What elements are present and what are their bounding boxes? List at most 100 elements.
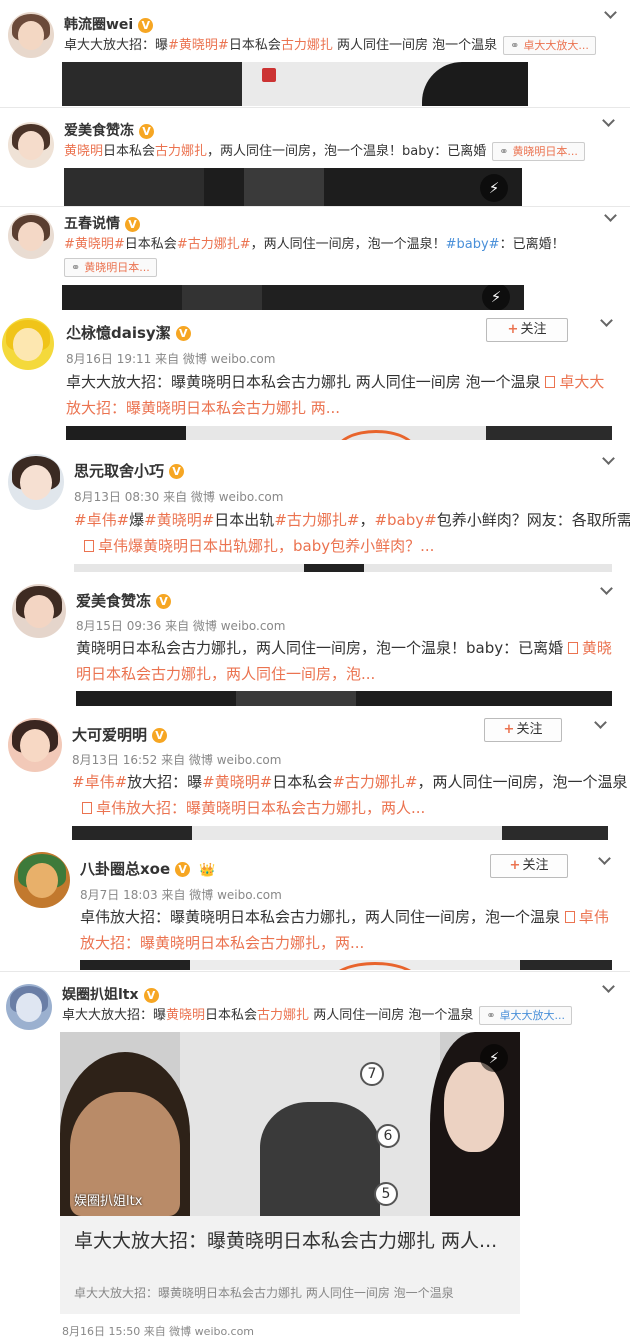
username[interactable]: 思元取舍小巧 V [74,460,185,481]
avatar[interactable] [8,454,64,510]
mention-link[interactable]: 古力娜扎 [155,144,207,159]
link-icon: ⚭ [71,261,81,274]
weibo-post: 思元取舍小巧 V 8月13日 08:30 来自 微博 weibo.com #卓伟#… [0,440,630,572]
post-image[interactable] [74,564,612,572]
weibo-post: 八卦圈总xoe V 👑 + 关注 8月7日 18:03 来自 微博 weibo.co… [0,840,630,970]
username[interactable]: 五春说情 V [64,213,140,233]
avatar[interactable] [6,984,52,1030]
post-image[interactable] [72,826,608,840]
crown-icon: 👑 [199,863,216,878]
chevron-down-icon[interactable] [604,209,617,222]
post-text: 黄晓明日本私会古力娜扎，两人同住一间房，泡一个温泉！baby：已离婚 黄晓明日本… [76,639,612,683]
post-image[interactable]: ⚡ [64,168,522,206]
verified-icon: V [125,216,140,232]
username[interactable]: 爱美食赞冻 V [64,120,154,140]
plus-icon: + [507,322,519,337]
chevron-down-icon[interactable] [594,716,607,729]
username[interactable]: 八卦圈总xoe V 👑 [80,858,216,879]
article-icon [567,642,578,654]
article-link[interactable]: 卓伟放大招：曝黄晓明日本私会古力娜扎，两人... [82,799,425,817]
chevron-down-icon[interactable] [602,452,615,465]
post-meta: 8月16日 19:11 来自 微博 weibo.com [66,352,276,366]
avatar[interactable] [2,318,54,370]
avatar[interactable] [8,12,54,58]
weibo-post: 爱美食赞冻 V 8月15日 09:36 来自 微博 weibo.com 黄晓明日本… [0,572,630,706]
weibo-post: 大可爱明明 V + 关注 8月13日 16:52 来自 微博 weibo.com #… [0,706,630,840]
topic-link[interactable]: #卓伟# [72,773,127,791]
verified-icon: V [169,464,185,479]
chevron-down-icon[interactable] [604,6,617,19]
lightning-icon: ⚡ [480,174,508,202]
chevron-down-icon[interactable] [600,582,613,595]
post-image[interactable]: 7 6 5 ⚡ 娱圈扒姐ltx [60,1032,520,1216]
post-text: 卓大大放大招：曝黄晓明日本私会古力娜扎 两人同住一间房 泡一个温泉 卓大大放大招… [66,373,605,417]
topic-link[interactable]: #卓伟# [74,511,129,529]
post-text: #黄晓明#日本私会#古力娜扎#，两人同住一间房，泡一个温泉！#baby#：已离婚… [64,237,565,252]
post-text: #卓伟#爆#黄晓明#日本出轨#古力娜扎#，#baby#包养小鲜肉？网友：各取所需 [74,511,630,529]
chevron-down-icon[interactable] [600,314,613,327]
post-text: 卓大大放大招：曝黄晓明日本私会古力娜扎 两人同住一间房 泡一个温泉 ⚭ 卓大大放大.… [62,1006,624,1026]
follow-button[interactable]: + 关注 [490,854,568,878]
post-image[interactable] [76,691,612,706]
post-text: 卓伟放大招：曝黄晓明日本私会古力娜扎，两人同住一间房，泡一个温泉 卓伟放大招：曝… [80,908,609,952]
article-link-chip[interactable]: ⚭ 卓大大放大... [503,36,596,55]
topic-link[interactable]: #古力娜扎# [274,511,359,529]
topic-link[interactable]: #古力娜扎# [332,773,417,791]
plus-icon: + [503,722,515,737]
username[interactable]: 大可爱明明 V [72,724,168,745]
link-icon: ⚭ [499,145,509,158]
avatar[interactable] [14,852,70,908]
link-icon: ⚭ [486,1009,496,1022]
post-meta: 8月7日 18:03 来自 微博 weibo.com [80,888,282,902]
topic-link[interactable]: #黄晓明# [202,773,272,791]
image-watermark: 娱圈扒姐ltx [74,1194,143,1209]
post-meta: 8月15日 09:36 来自 微博 weibo.com [76,619,286,633]
verified-icon: V [143,987,159,1003]
username[interactable]: 尐栐憶daisy潔 V [66,322,191,343]
article-link-chip[interactable]: ⚭ 黄晓明日本... [492,142,585,161]
article-link-chip[interactable]: ⚭ 黄晓明日本... [64,258,157,277]
avatar[interactable] [8,213,54,259]
username[interactable]: 娱圈扒姐ltx V [62,984,159,1004]
post-image[interactable]: ⚡ [62,285,524,310]
weibo-post: 娱圈扒姐ltx V 卓大大放大招：曝黄晓明日本私会古力娜扎 两人同住一间房 泡一个… [0,972,630,1341]
article-link-row: ⚭ 黄晓明日本... [64,258,157,278]
mention-link[interactable]: 黄晓明 [64,144,103,159]
weibo-post: 韩流圈wei V 卓大大放大招：曝#黄晓明#日本私会古力娜扎 两人同住一间房 泡一… [0,0,630,106]
weibo-post: 尐栐憶daisy潔 V + 关注 8月16日 19:11 来自 微博 weibo.c… [0,310,630,440]
username[interactable]: 韩流圈wei V [64,14,154,34]
article-card[interactable]: 卓大大放大招：曝黄晓明日本私会古力娜扎 两人... 卓大大放大招：曝黄晓明日本私… [60,1216,520,1314]
topic-link[interactable]: #黄晓明# [144,511,214,529]
topic-link[interactable]: #黄晓明# [168,38,229,53]
mention-link[interactable]: 古力娜扎 [281,38,333,53]
plus-icon: + [509,858,521,873]
article-link-row: 卓伟放大招：曝黄晓明日本私会古力娜扎，两人... [82,795,425,821]
weibo-post: 爱美食赞冻 V 黄晓明日本私会古力娜扎，两人同住一间房，泡一个温泉！baby：已离… [0,110,630,206]
post-image[interactable]: ⚡ [62,62,528,106]
post-text: 黄晓明日本私会古力娜扎，两人同住一间房，泡一个温泉！baby：已离婚 ⚭ 黄晓明日本… [64,142,624,162]
weibo-post: 五春说情 V #黄晓明#日本私会#古力娜扎#，两人同住一间房，泡一个温泉！#bab… [0,207,630,310]
topic-link[interactable]: #baby# [374,511,436,529]
article-link-chip[interactable]: ⚭ 卓大大放大... [479,1006,573,1025]
lightning-icon: ⚡ [482,285,510,310]
mention-link[interactable]: 黄晓明 [166,1008,205,1023]
chevron-down-icon[interactable] [602,980,615,993]
avatar[interactable] [12,584,66,638]
chevron-down-icon[interactable] [602,114,615,127]
mention-link[interactable]: 古力娜扎 [257,1008,309,1023]
article-link[interactable]: 卓伟爆黄晓明日本出轨娜扎，baby包养小鲜肉？... [84,537,434,555]
topic-link[interactable]: #baby# [446,237,500,252]
post-text: #卓伟#放大招：曝#黄晓明#日本私会#古力娜扎#，两人同住一间房，泡一个温泉 [72,773,628,791]
card-description: 卓大大放大招：曝黄晓明日本私会古力娜扎 两人同住一间房 泡一个温泉 [74,1286,454,1300]
username[interactable]: 爱美食赞冻 V [76,590,172,611]
article-icon [564,911,575,923]
topic-link[interactable]: #古力娜扎# [177,237,251,252]
avatar[interactable] [8,718,62,772]
chevron-down-icon[interactable] [598,852,611,865]
follow-button[interactable]: + 关注 [484,718,562,742]
post-image[interactable] [66,426,612,440]
topic-link[interactable]: #黄晓明# [64,237,125,252]
post-image[interactable] [80,960,612,970]
avatar[interactable] [8,122,54,168]
follow-button[interactable]: + 关注 [486,318,568,342]
